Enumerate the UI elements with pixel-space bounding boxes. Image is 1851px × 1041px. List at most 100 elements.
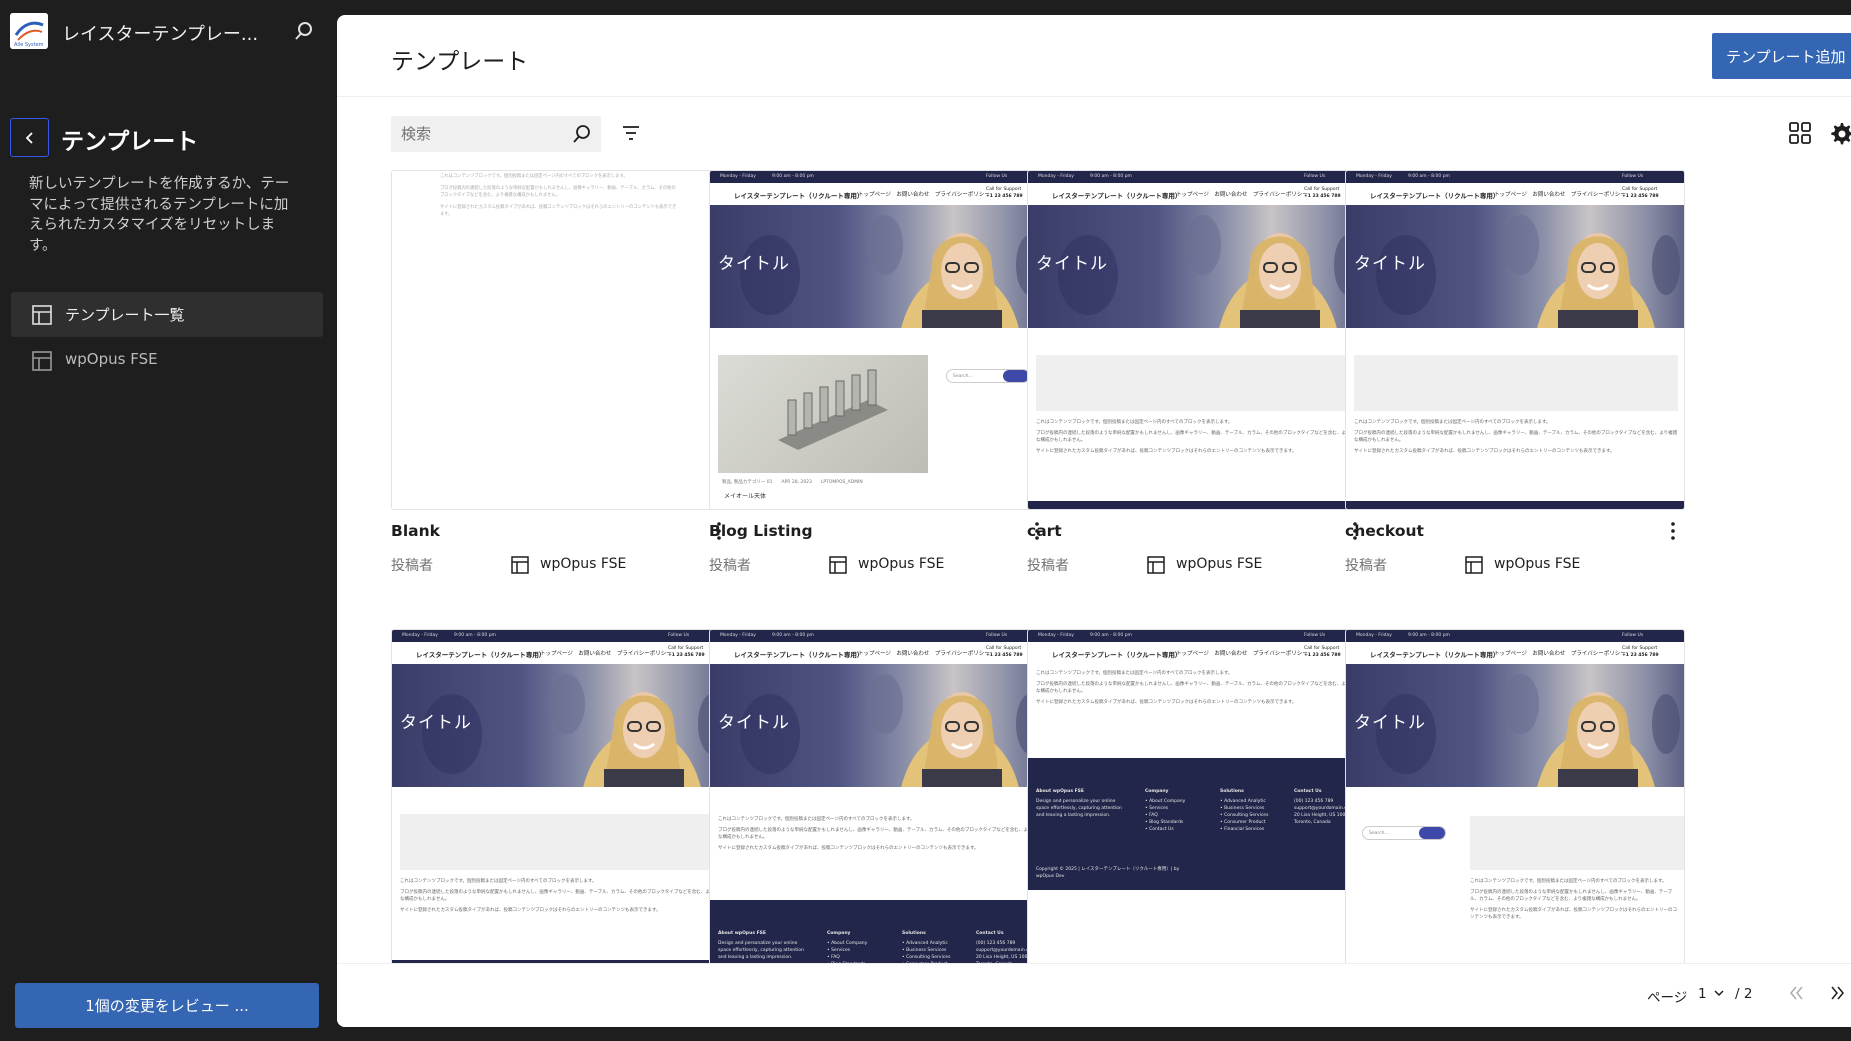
grid-view-icon[interactable] <box>1787 120 1813 146</box>
thumb-nav: レイスターテンプレート（リクルート専用） トップページ お問い合わせ プライバシ… <box>392 642 730 664</box>
author-name: wpOpus FSE <box>858 556 945 572</box>
thumb-content: これはコンテンツブロックです。個別投稿または固定ページ内のすべてのブロックを表示… <box>1470 879 1677 920</box>
template-name[interactable]: checkout <box>1345 522 1424 540</box>
page-total: / 2 <box>1735 986 1753 1002</box>
thumb-nav: レイスターテンプレート（リクルート専用） トップページ お問い合わせ プライバシ… <box>710 183 1048 205</box>
thumb-footer: About wpOpus FSE Design and personalize … <box>1028 758 1366 890</box>
thumb-content: これはコンテンツブロックです。個別投稿または固定ページ内のすべてのブロックを表示… <box>1036 671 1360 705</box>
thumb-hero-image: タイトル <box>710 205 1048 328</box>
thumb-hero-image: タイトル <box>1346 205 1684 328</box>
author-label: 投稿者 <box>391 558 433 574</box>
thumb-footer <box>1346 501 1684 509</box>
thumb-hero-image: タイトル <box>1346 664 1684 787</box>
template-preview[interactable]: これはコンテンツブロックです。個別投稿または固定ページ内のすべてのブロックを表示… <box>391 170 731 510</box>
thumb-content: これはコンテンツブロックです。個別投稿または固定ページ内のすべてのブロックを表示… <box>1354 420 1678 454</box>
site-title[interactable]: レイスターテンプレー... <box>62 20 258 46</box>
author-name: wpOpus FSE <box>1176 556 1263 572</box>
page-select[interactable]: 1 <box>1698 986 1707 1002</box>
search-field[interactable] <box>391 116 601 152</box>
thumb-topbar: Monday - Friday 9:00 am - 8:00 pm Follow… <box>392 630 730 642</box>
layout-icon <box>32 351 52 371</box>
template-name[interactable]: Blog Listing <box>709 522 813 540</box>
site-editor: Alle System レイスターテンプレー... テンプレート 新しいテンプレ… <box>0 0 1851 1041</box>
thumb-hero-image: タイトル <box>710 664 1048 787</box>
templates-panel: テンプレート テンプレート追加 これはコンテンツブロックです。個別投稿または固定… <box>337 15 1851 1027</box>
thumb-post-image <box>718 355 928 473</box>
thumb-content: これはコンテンツブロックです。個別投稿または固定ページ内のすべてのブロックを表示… <box>400 879 724 913</box>
template-preview[interactable]: Monday - Friday 9:00 am - 8:00 pm Follow… <box>1345 629 1685 969</box>
thumb-featured-placeholder <box>1354 355 1678 411</box>
thumb-topbar: Monday - Friday 9:00 am - 8:00 pm Follow… <box>1346 171 1684 183</box>
search-icon[interactable] <box>571 123 593 145</box>
page-title: テンプレート <box>391 49 529 75</box>
thumb-topbar: Monday - Friday 9:00 am - 8:00 pm Follow… <box>1346 630 1684 642</box>
thumb-footer <box>1028 501 1366 509</box>
thumb-meta: 製品, 製品カテゴリー 01 APR 28, 2023 LPTOMPOS_ADM… <box>722 480 863 485</box>
thumb-nav: レイスターテンプレート（リクルート専用） トップページ お問い合わせ プライバシ… <box>710 642 1048 664</box>
thumb-hero-image: タイトル <box>1028 205 1366 328</box>
thumb-topbar: Monday - Friday 9:00 am - 8:00 pm Follow… <box>1028 171 1366 183</box>
thumb-search: Search... <box>1362 826 1446 840</box>
thumb-featured-placeholder <box>1470 816 1684 870</box>
sidebar-heading: テンプレート <box>61 129 199 155</box>
thumb-hero-image: タイトル <box>392 664 730 787</box>
thumb-featured-placeholder <box>400 814 724 870</box>
thumb-topbar: Monday - Friday 9:00 am - 8:00 pm Follow… <box>1028 630 1366 642</box>
thumb-nav: レイスターテンプレート（リクルート専用） トップページ お問い合わせ プライバシ… <box>1346 183 1684 205</box>
thumb-topbar: Monday - Friday 9:00 am - 8:00 pm Follow… <box>710 171 1048 183</box>
header-divider <box>337 96 1851 97</box>
author-label: 投稿者 <box>709 558 751 574</box>
template-name[interactable]: cart <box>1027 522 1062 540</box>
sidebar-item-label: wpOpus FSE <box>65 350 158 368</box>
template-preview[interactable]: Monday - Friday 9:00 am - 8:00 pm Follow… <box>1027 629 1367 969</box>
sidebar-item-label: テンプレート一覧 <box>65 306 185 324</box>
chevron-left-icon <box>25 131 33 144</box>
sidebar-item-wpopus-fse[interactable]: wpOpus FSE <box>11 338 323 383</box>
sidebar-header: Alle System レイスターテンプレー... <box>0 0 337 62</box>
thumb-nav: レイスターテンプレート（リクルート専用） トップページ お問い合わせ プライバシ… <box>1346 642 1684 664</box>
author-label: 投稿者 <box>1027 558 1069 574</box>
thumb-nav: レイスターテンプレート（リクルート専用） トップページ お問い合わせ プライバシ… <box>1028 642 1366 664</box>
template-name[interactable]: Blank <box>391 522 440 540</box>
thumb-featured-placeholder <box>1036 355 1360 411</box>
sidebar: Alle System レイスターテンプレー... テンプレート 新しいテンプレ… <box>0 0 337 1041</box>
previous-page-icon[interactable] <box>1785 982 1807 1004</box>
gear-icon[interactable] <box>1828 120 1851 146</box>
thumb-excerpt: メイオール天体 <box>724 493 767 500</box>
author-name: wpOpus FSE <box>540 556 627 572</box>
more-actions-icon[interactable] <box>1663 520 1683 542</box>
layout-icon <box>1465 556 1483 574</box>
template-preview[interactable]: Monday - Friday 9:00 am - 8:00 pm Follow… <box>709 629 1049 969</box>
thumb-search: Search... <box>946 369 1030 383</box>
sidebar-item-all-templates[interactable]: テンプレート一覧 <box>11 292 323 337</box>
review-changes-button[interactable]: 1個の変更をレビュー ... <box>15 983 319 1028</box>
pagination-bar: ページ 1 / 2 <box>337 963 1851 1027</box>
layout-icon <box>32 305 52 325</box>
chevron-down-icon[interactable] <box>1712 986 1726 1000</box>
template-preview[interactable]: Monday - Friday 9:00 am - 8:00 pm Follow… <box>709 170 1049 510</box>
template-preview[interactable]: Monday - Friday 9:00 am - 8:00 pm Follow… <box>1345 170 1685 510</box>
next-page-icon[interactable] <box>1827 982 1849 1004</box>
back-button[interactable] <box>10 118 49 157</box>
layout-icon <box>829 556 847 574</box>
sidebar-description: 新しいテンプレートを作成するか、テーマによって提供されるテンプレートに加えられた… <box>29 176 290 254</box>
search-icon[interactable] <box>292 19 316 43</box>
template-preview[interactable]: Monday - Friday 9:00 am - 8:00 pm Follow… <box>1027 170 1367 510</box>
logo-text: Alle System <box>14 42 44 48</box>
author-label: 投稿者 <box>1345 558 1387 574</box>
template-preview[interactable]: Monday - Friday 9:00 am - 8:00 pm Follow… <box>391 629 731 969</box>
author-name: wpOpus FSE <box>1494 556 1581 572</box>
layout-icon <box>511 556 529 574</box>
thumb-topbar: Monday - Friday 9:00 am - 8:00 pm Follow… <box>710 630 1048 642</box>
site-logo-icon[interactable]: Alle System <box>10 13 48 49</box>
thumb-content: これはコンテンツブロックです。個別投稿または固定ページ内のすべてのブロックを表示… <box>718 817 1042 851</box>
layout-icon <box>1147 556 1165 574</box>
thumb-footer: About wpOpus FSE Design and personalize … <box>710 900 1048 968</box>
thumb-content: これはコンテンツブロックです。個別投稿または固定ページ内のすべてのブロックを表示… <box>440 174 677 217</box>
thumb-nav: レイスターテンプレート（リクルート専用） トップページ お問い合わせ プライバシ… <box>1028 183 1366 205</box>
add-template-button[interactable]: テンプレート追加 <box>1712 33 1851 79</box>
search-input[interactable] <box>391 116 561 152</box>
filter-icon[interactable] <box>617 119 645 147</box>
page-label: ページ <box>1647 990 1688 1006</box>
thumb-content: これはコンテンツブロックです。個別投稿または固定ページ内のすべてのブロックを表示… <box>1036 420 1360 454</box>
